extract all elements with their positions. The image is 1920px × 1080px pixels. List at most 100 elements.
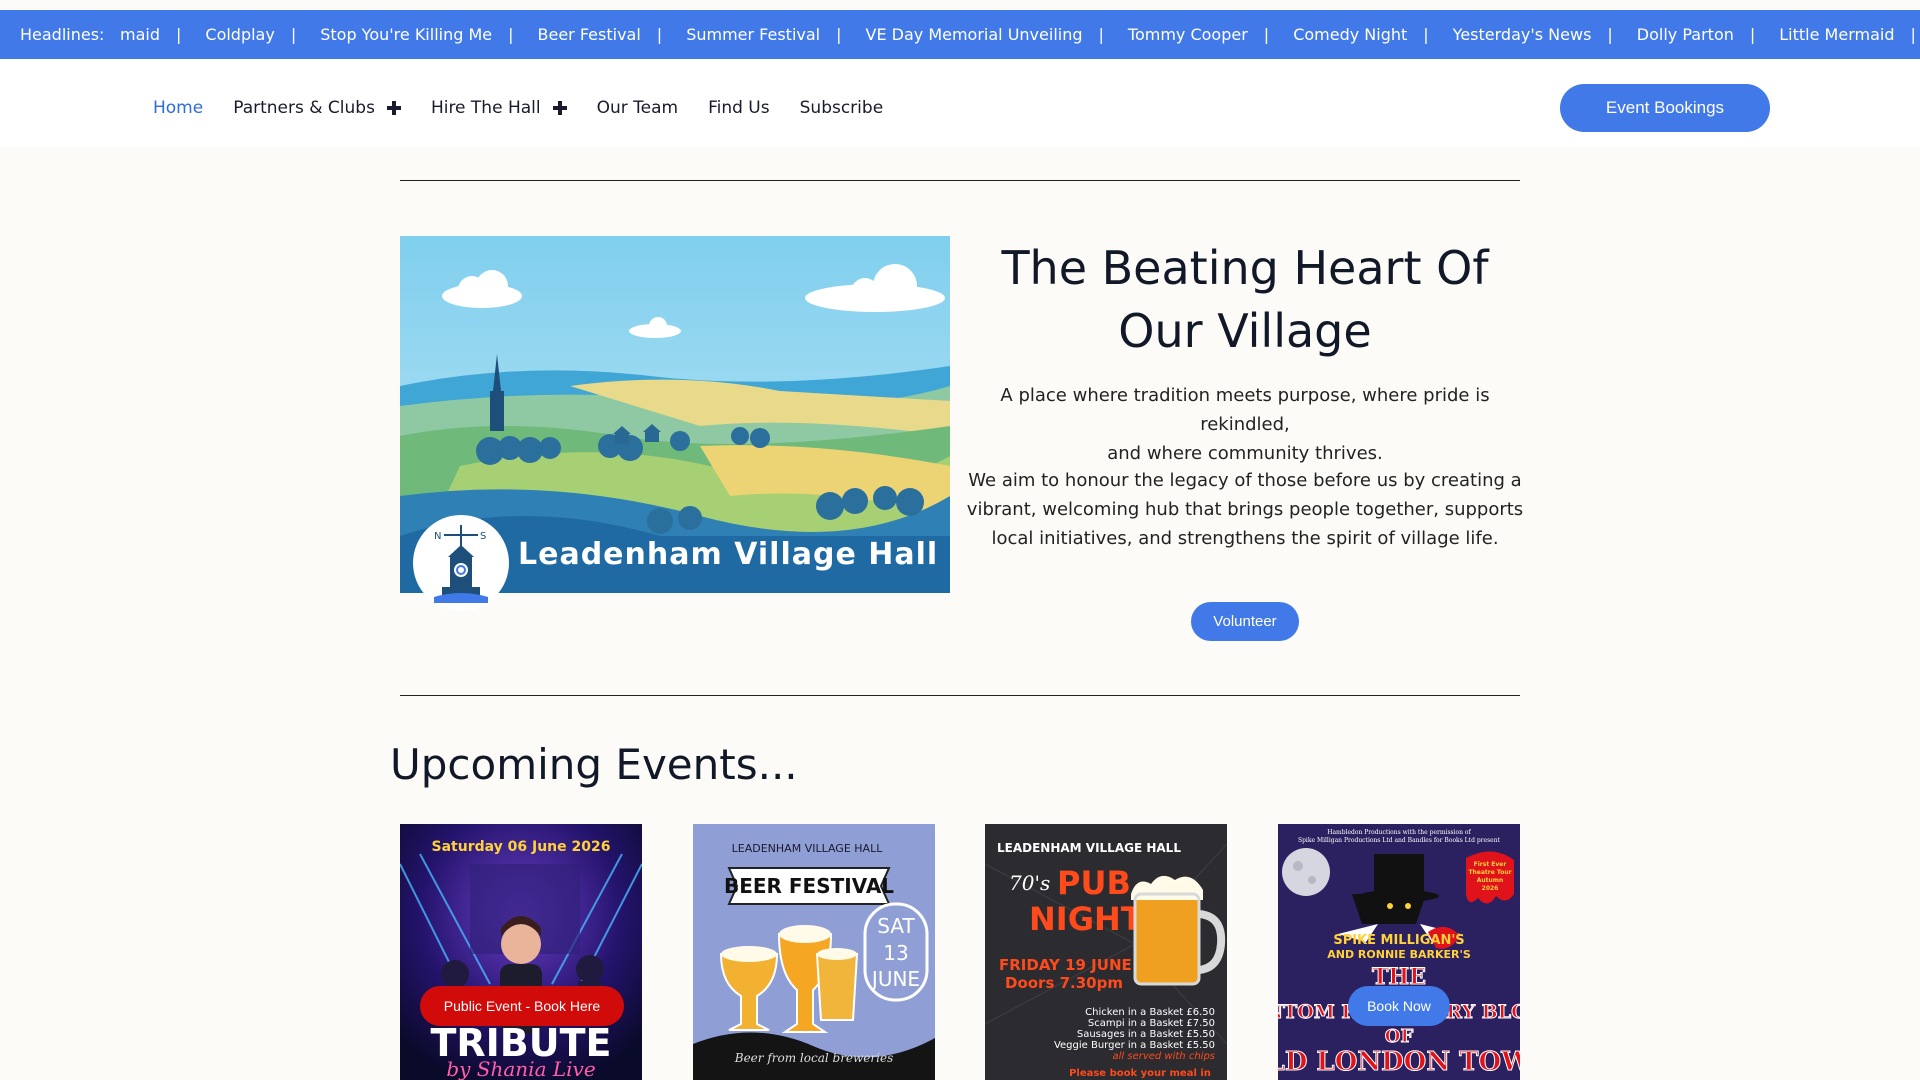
event-prefix: 70's [1009, 871, 1050, 895]
divider [400, 180, 1520, 181]
ticker-separator: | [1263, 25, 1270, 44]
hero-text-line: and where community thrives. [1107, 443, 1383, 464]
ticker-headline-label: Comedy Night [1293, 25, 1408, 44]
event-date: FRIDAY 19 JUNE [999, 956, 1132, 974]
event-card-pub-night[interactable]: LEADENHAM VILLAGE HALL 70's PUB NIGHT FR… [985, 824, 1227, 1080]
ticker-headline[interactable]: Coldplay | [205, 25, 320, 44]
badge-text: Theatre Tour [1468, 869, 1511, 876]
ticker-headline[interactable]: Tommy Cooper | [1128, 25, 1293, 44]
event-doors: Doors 7.30pm [1005, 974, 1123, 992]
event-tagline: Beer from local breweries [734, 1051, 893, 1065]
logo-letter-s: S [480, 531, 486, 542]
hero-text-line: We aim to honour the legacy of those bef… [968, 470, 1522, 491]
main-nav: Home Partners & Clubs Hire The Hall Our … [153, 59, 913, 157]
ticker-separator: | [176, 25, 182, 44]
ticker-headline[interactable]: Beer Festival | [538, 25, 687, 44]
menu-item: Scampi in a Basket £7.50 [1088, 1018, 1215, 1029]
ticker-headline[interactable]: Yesterday's News | [1453, 25, 1637, 44]
nav-item-hire-the-hall[interactable]: Hire The Hall [431, 98, 567, 118]
logo-letter-n: N [434, 531, 441, 542]
ticker-separator: | [508, 25, 514, 44]
public-event-book-button[interactable]: Public Event - Book Here [420, 986, 624, 1026]
book-now-button[interactable]: Book Now [1348, 986, 1450, 1026]
event-day: SAT [877, 914, 915, 938]
hero-heading-line: Our Village [1118, 304, 1372, 358]
village-hall-logo: N S [413, 515, 509, 611]
ticker-separator: | [290, 25, 297, 44]
ticker-headline-label: Dolly Parton [1636, 25, 1734, 44]
menu-item: Chicken in a Basket £6.50 [1085, 1007, 1215, 1018]
event-venue: LEADENHAM VILLAGE HALL [732, 842, 884, 855]
ticker-separator: | [1910, 25, 1916, 44]
plus-icon[interactable] [386, 101, 401, 115]
ticker-headline[interactable]: maid | [120, 25, 205, 44]
ticker-headline-label: Little Mermaid [1779, 25, 1895, 44]
event-date: Saturday 06 June 2026 [432, 839, 611, 855]
ticker-title: Headlines: [20, 10, 113, 59]
ticker-track: maid | Coldplay | Stop You're Killing Me | Bee… [120, 10, 1920, 59]
ticker-headline[interactable]: Dolly Parton | [1637, 25, 1779, 44]
nav-item-subscribe[interactable]: Subscribe [800, 98, 884, 118]
menu-item: Sausages in a Basket £5.50 [1077, 1029, 1215, 1040]
hero-mission: We aim to honour the legacy of those bef… [960, 466, 1530, 553]
ticker-headline-label: Stop You're Killing Me [320, 25, 493, 44]
nav-label: Subscribe [799, 98, 884, 118]
event-headline: NIGHT [1029, 900, 1143, 938]
nav-item-home[interactable]: Home [153, 98, 203, 118]
ticker-separator: | [836, 25, 842, 44]
nav-label: Our Team [596, 98, 679, 118]
event-card-beer-festival[interactable]: LEADENHAM VILLAGE HALL BEER FESTIVAL SAT… [693, 824, 935, 1080]
hall-name-caption: Leadenham Village Hall [518, 537, 939, 572]
event-subtitle: by Shania Live [446, 1057, 595, 1080]
hero-heading: The Beating Heart Of Our Village [960, 237, 1530, 363]
badge-text: Autumn [1477, 877, 1504, 884]
clock-tower-icon: N S [434, 525, 488, 603]
ticker-headline-label: VE Day Memorial Unveiling [865, 25, 1083, 44]
nav-label: Partners & Clubs [233, 98, 375, 118]
ticker-headline-label: Coldplay [205, 25, 275, 44]
poster-title: OLD LONDON TOWN [1278, 1047, 1520, 1077]
event-date-number: 13 [883, 941, 908, 965]
beer-festival-poster: LEADENHAM VILLAGE HALL BEER FESTIVAL SAT… [693, 824, 935, 1080]
hero-heading-line: The Beating Heart Of [1001, 241, 1489, 295]
ticker-headline[interactable]: VE Day Memorial Unveiling | [866, 25, 1128, 44]
phantom-poster: Hambledon Productions with the permissio… [1278, 824, 1520, 1080]
ticker-headline-label: Tommy Cooper [1127, 25, 1248, 44]
menu-note: all served with chips [1113, 1051, 1216, 1062]
divider [400, 695, 1520, 696]
ticker-headline-label: Beer Festival [537, 25, 641, 44]
hero-text-line: local initiatives, and strengthens the s… [991, 528, 1499, 549]
event-headline: BEER FESTIVAL [724, 874, 894, 898]
ticker-headline[interactable]: Little Mermaid | [1779, 25, 1920, 44]
nav-item-our-team[interactable]: Our Team [597, 98, 678, 118]
upcoming-events-heading: Upcoming Events... [390, 740, 798, 789]
poster-title: OF [1385, 1026, 1414, 1047]
event-venue: LEADENHAM VILLAGE HALL [997, 841, 1181, 855]
event-month: JUNE [870, 967, 920, 991]
ticker-separator: | [1607, 25, 1613, 44]
event-card-tribute[interactable]: Saturday 06 June 2026 TRIBUTE by Shania … [400, 824, 642, 1080]
nav-item-partners-clubs[interactable]: Partners & Clubs [233, 98, 401, 118]
ticker-headline-label: maid [120, 25, 160, 44]
hero-intro: A place where tradition meets purpose, w… [960, 381, 1530, 468]
nav-item-find-us[interactable]: Find Us [708, 98, 770, 118]
ticker-headline[interactable]: Comedy Night | [1293, 25, 1452, 44]
presenter-line: Spike Milligan Productions Ltd and Bandl… [1298, 837, 1501, 844]
headlines-ticker: Headlines: maid | Coldplay | Stop You're Kil… [0, 10, 1920, 59]
presenter-line: Hambledon Productions with the permissio… [1327, 829, 1471, 836]
ticker-separator: | [1423, 25, 1429, 44]
badge-text: 2026 [1482, 885, 1499, 892]
plus-icon[interactable] [552, 101, 567, 115]
ticker-separator: | [1098, 25, 1104, 44]
ticker-headline[interactable]: Stop You're Killing Me | [320, 25, 537, 44]
volunteer-button[interactable]: Volunteer [1191, 602, 1299, 641]
poster-authors: AND RONNIE BARKER'S [1327, 948, 1471, 961]
ticker-headline[interactable]: Summer Festival | [686, 25, 865, 44]
tribute-poster: Saturday 06 June 2026 TRIBUTE by Shania … [400, 824, 642, 1080]
event-card-phantom-raspberry-blower[interactable]: Hambledon Productions with the permissio… [1278, 824, 1520, 1080]
ticker-headline-label: Summer Festival [686, 25, 821, 44]
event-bookings-button[interactable]: Event Bookings [1560, 84, 1770, 132]
event-footer: Please book your meal in [1069, 1068, 1211, 1079]
hero-text-line: A place where tradition meets purpose, w… [1000, 385, 1490, 435]
nav-label: Find Us [708, 98, 770, 118]
